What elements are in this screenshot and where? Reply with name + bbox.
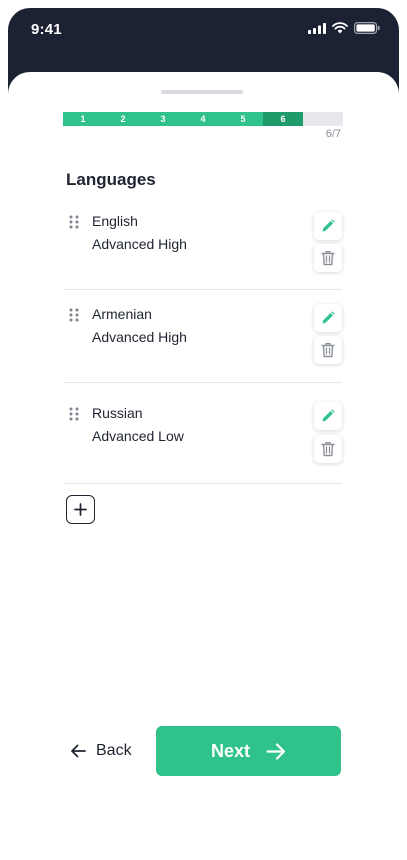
drag-handle-icon[interactable] (69, 407, 79, 421)
status-icons (308, 22, 380, 34)
status-time: 9:41 (31, 21, 62, 38)
arrow-left-icon (71, 744, 86, 758)
wifi-icon (332, 22, 348, 34)
cellular-signal-icon (308, 22, 326, 34)
arrow-right-icon (266, 742, 286, 760)
edit-language-button[interactable] (314, 402, 342, 430)
language-item: Armenian Advanced High (63, 290, 342, 383)
language-name: Armenian (92, 306, 152, 322)
progress-step-6: 6 (263, 112, 303, 126)
progress-step-7 (303, 112, 343, 126)
pencil-icon (322, 409, 335, 422)
trash-icon (321, 250, 335, 266)
trash-icon (321, 342, 335, 358)
back-button[interactable]: Back (70, 737, 132, 765)
add-language-button[interactable] (66, 495, 95, 524)
edit-language-button[interactable] (314, 212, 342, 240)
trash-icon (321, 441, 335, 457)
language-level: Advanced High (92, 236, 187, 252)
delete-language-button[interactable] (314, 336, 342, 364)
plus-icon (74, 503, 87, 516)
language-level: Advanced Low (92, 428, 184, 444)
battery-icon (354, 22, 380, 34)
progress-step-5: 5 (223, 112, 263, 126)
next-button[interactable]: Next (156, 726, 341, 776)
step-counter: 6/7 (325, 128, 341, 140)
language-list: English Advanced High Armenian Advanced … (63, 200, 342, 484)
pencil-icon (322, 219, 335, 232)
edit-language-button[interactable] (314, 304, 342, 332)
section-title: Languages (66, 170, 156, 189)
language-name: English (92, 213, 138, 229)
language-item: English Advanced High (63, 200, 342, 290)
back-label: Back (96, 742, 132, 759)
progress-step-4: 4 (183, 112, 223, 126)
step-progress-bar: 123456 (63, 112, 343, 126)
progress-step-1: 1 (63, 112, 103, 126)
drag-handle-icon[interactable] (69, 215, 79, 229)
next-label: Next (210, 740, 250, 761)
sheet-grabber[interactable] (161, 90, 243, 94)
progress-step-3: 3 (143, 112, 183, 126)
progress-step-2: 2 (103, 112, 143, 126)
delete-language-button[interactable] (314, 244, 342, 272)
language-item: Russian Advanced Low (63, 383, 342, 484)
drag-handle-icon[interactable] (69, 308, 79, 322)
delete-language-button[interactable] (314, 435, 342, 463)
language-name: Russian (92, 405, 143, 421)
language-level: Advanced High (92, 329, 187, 345)
pencil-icon (322, 311, 335, 324)
